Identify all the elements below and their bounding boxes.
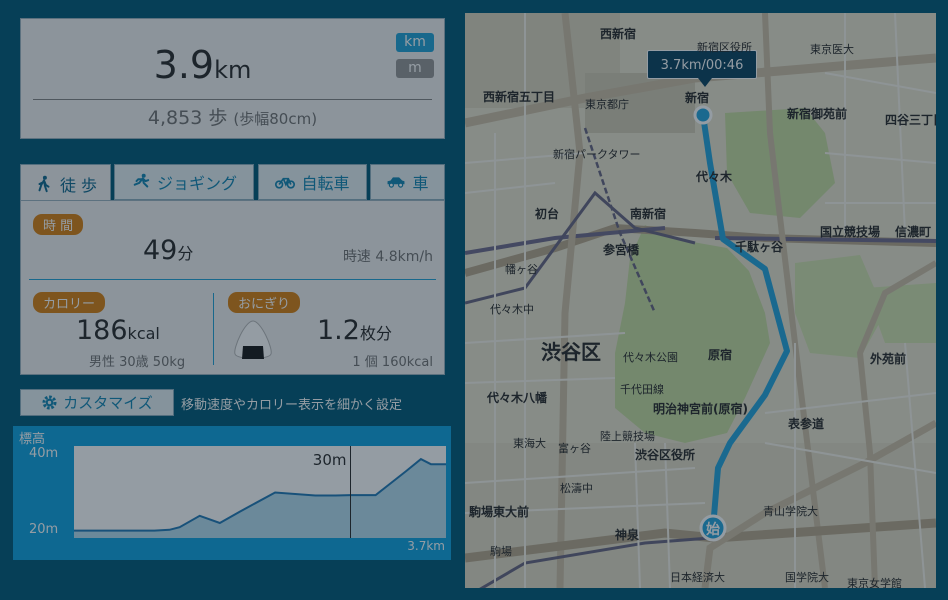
start-marker-label: 始 bbox=[706, 521, 720, 538]
route-map[interactable]: 始 3.7km/00:46 西新宿 西新宿五丁目 東京都庁 新宿 新宿区役所 東… bbox=[465, 13, 936, 588]
map-label: 幡ヶ谷 bbox=[505, 263, 538, 276]
elevation-area bbox=[74, 459, 446, 538]
customize-label: カスタマイズ bbox=[63, 394, 153, 412]
tab-jogging[interactable]: ジョギング bbox=[114, 164, 254, 200]
map-label: 外苑前 bbox=[870, 352, 907, 366]
running-person-icon bbox=[133, 173, 150, 188]
elevation-chart[interactable]: 30m bbox=[74, 446, 446, 538]
time-unit: 分 bbox=[177, 244, 194, 263]
map-label: 新宿 bbox=[685, 91, 710, 105]
speed-text: 時速 4.8km/h bbox=[342, 249, 433, 265]
map-label: 原宿 bbox=[708, 348, 733, 362]
map-label: 信濃町 bbox=[895, 225, 932, 239]
time-value: 49分 bbox=[143, 235, 194, 266]
tab-car[interactable]: 車 bbox=[370, 164, 445, 200]
car-icon bbox=[388, 177, 405, 188]
gear-icon bbox=[42, 395, 57, 410]
time-label: 時 間 bbox=[33, 214, 84, 235]
y-max-label: 40m bbox=[29, 446, 59, 461]
onigiri-unit: 枚分 bbox=[359, 324, 392, 343]
map-label: 東京女学館 bbox=[847, 577, 902, 588]
map-label: 参宮橋 bbox=[603, 243, 640, 257]
tab-bicycle-label: 自転車 bbox=[301, 174, 350, 193]
elevation-cursor-label: 30m bbox=[313, 451, 347, 469]
district-label: 渋谷区 bbox=[541, 340, 601, 364]
map-label: 代々木公園 bbox=[623, 351, 678, 364]
map-label: 国立競技場 bbox=[820, 225, 881, 239]
distance-unit: km bbox=[214, 56, 252, 84]
distance-panel: 3.9km km m 4,853 歩 (歩幅80cm) bbox=[20, 18, 445, 139]
tab-car-label: 車 bbox=[412, 174, 429, 193]
onigiri-value: 1.2枚分 bbox=[317, 315, 392, 346]
map-label: 富ヶ谷 bbox=[558, 442, 591, 455]
map-label: 東京都庁 bbox=[585, 98, 629, 111]
distance-value: 3.9km bbox=[153, 43, 252, 87]
map-label: 南新宿 bbox=[630, 207, 667, 221]
elevation-title: 標高 bbox=[19, 432, 46, 447]
customize-button[interactable]: カスタマイズ bbox=[20, 389, 174, 416]
calorie-value: 186kcal bbox=[76, 315, 160, 346]
map-label: 駒場東大前 bbox=[469, 505, 530, 519]
walking-person-icon bbox=[38, 175, 50, 192]
divider bbox=[33, 99, 432, 100]
current-position-marker[interactable] bbox=[693, 105, 713, 125]
unit-km-button[interactable]: km bbox=[396, 33, 434, 52]
map-label: 代々木中 bbox=[490, 303, 534, 316]
onigiri-icon bbox=[234, 320, 272, 359]
map-label: 代々木八幡 bbox=[487, 391, 548, 405]
map-label: 千駄ヶ谷 bbox=[735, 240, 784, 254]
map-label: 日本経済大 bbox=[670, 571, 725, 584]
map-label: 東京医大 bbox=[810, 43, 854, 56]
customize-description: 移動速度やカロリー表示を細かく設定 bbox=[181, 398, 403, 413]
onigiri-note: 1 個 160kcal bbox=[352, 355, 433, 370]
map-label: 新宿区役所 bbox=[697, 41, 752, 54]
elevation-panel: 標高 40m 20m 3.7km 30m bbox=[13, 426, 451, 560]
map-label: 松濤中 bbox=[560, 482, 593, 495]
map-label: 陸上競技場 bbox=[600, 430, 655, 443]
map-label: 渋谷区役所 bbox=[635, 448, 696, 462]
map-label: 青山学院大 bbox=[763, 505, 818, 518]
calorie-unit: kcal bbox=[127, 324, 160, 343]
tab-jogging-label: ジョギング bbox=[156, 174, 237, 193]
profile-text: 男性 30歳 50kg bbox=[89, 355, 186, 370]
map-label: 国学院大 bbox=[785, 571, 829, 584]
map-label: 明治神宮前(原宿) bbox=[653, 402, 748, 416]
map-label: 西新宿 bbox=[600, 27, 637, 41]
divider bbox=[29, 279, 436, 280]
steps-count: 4,853 歩 bbox=[147, 107, 228, 129]
tab-bicycle[interactable]: 自転車 bbox=[258, 164, 367, 200]
tab-walk-label: 徒 歩 bbox=[59, 175, 98, 195]
map-label: 新宿パークタワー bbox=[553, 148, 641, 161]
map-label: 神泉 bbox=[615, 528, 640, 542]
stats-panel: 時 間 49分 時速 4.8km/h カロリー 186kcal 男性 30歳 5… bbox=[20, 200, 445, 375]
y-min-label: 20m bbox=[29, 522, 59, 537]
steps-text: 4,853 歩 (歩幅80cm) bbox=[21, 103, 444, 130]
map-label: 東海大 bbox=[513, 437, 546, 450]
map-label: 初台 bbox=[535, 207, 560, 221]
map-label: 四谷三丁目 bbox=[885, 113, 936, 127]
stride-text: (歩幅80cm) bbox=[233, 110, 318, 128]
map-label: 表参道 bbox=[788, 417, 825, 431]
bicycle-icon bbox=[275, 177, 296, 189]
map-label: 代々木 bbox=[696, 170, 733, 184]
tab-walk[interactable]: 徒 歩 bbox=[20, 164, 111, 202]
map-label: 新宿御苑前 bbox=[787, 107, 848, 121]
calorie-label: カロリー bbox=[33, 292, 106, 313]
x-end-label: 3.7km bbox=[407, 539, 445, 553]
map-label: 西新宿五丁目 bbox=[483, 90, 556, 104]
map-label: 千代田線 bbox=[620, 383, 664, 396]
unit-m-button[interactable]: m bbox=[396, 59, 434, 78]
onigiri-label: おにぎり bbox=[228, 292, 301, 313]
map-label: 駒場 bbox=[490, 545, 512, 558]
divider bbox=[213, 293, 214, 365]
